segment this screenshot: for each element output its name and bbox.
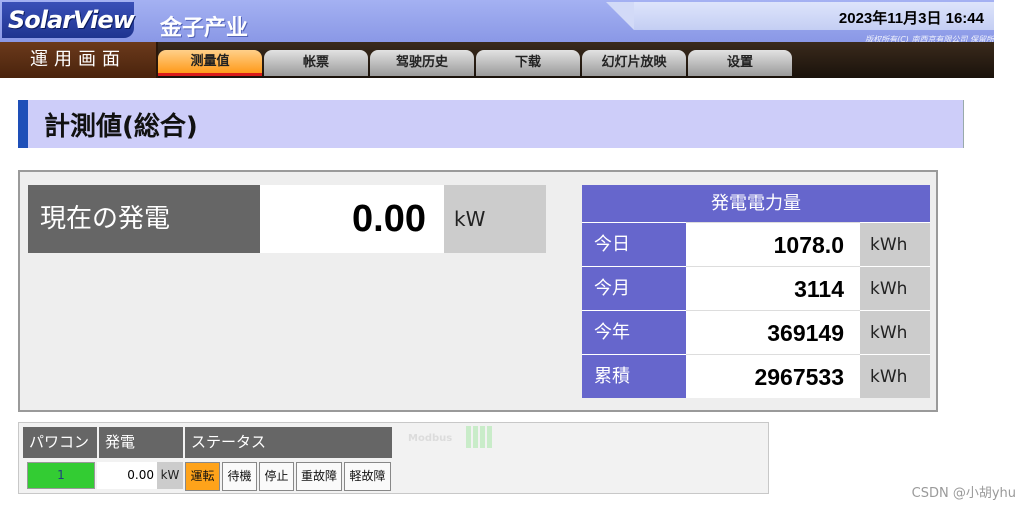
inverter-status-table: パワコン 発電 ステータス 1 0.00 kW 運転 待機 停止 重故障 軽故障… — [18, 422, 769, 494]
solarview-logo: SolarView — [2, 2, 135, 38]
modbus-signal-bar — [480, 426, 485, 448]
generation-header: 発電 — [99, 427, 183, 458]
energy-row-today: 今日 1078.0 kWh — [582, 222, 930, 266]
energy-value: 2967533 — [686, 354, 860, 398]
datetime-box: 2023年11月3日 16:44 — [634, 2, 994, 30]
measurement-panel: 現在の発電 0.00 kW 発電電力量 今日 1078.0 kWh 今月 311… — [18, 170, 938, 412]
energy-label: 今日 — [582, 222, 686, 266]
page-title: 計測値(総合) — [44, 112, 198, 142]
energy-value: 369149 — [686, 310, 860, 354]
status-major-fault: 重故障 — [296, 462, 342, 491]
energy-label: 今年 — [582, 310, 686, 354]
energy-row-month: 今月 3114 kWh — [582, 266, 930, 310]
energy-label: 今月 — [582, 266, 686, 310]
status-standby: 待機 — [222, 462, 257, 491]
energy-value: 1078.0 — [686, 222, 860, 266]
modbus-signal-bar — [473, 426, 478, 448]
inverter-id-button[interactable]: 1 — [27, 462, 95, 489]
page-title-bar: 計測値(総合) — [18, 100, 964, 148]
operation-screen-label: 運用画面 — [0, 42, 158, 78]
energy-unit: kWh — [860, 222, 930, 266]
current-generation-unit: kW — [444, 185, 546, 253]
energy-unit: kWh — [860, 310, 930, 354]
current-generation-value: 0.00 — [260, 185, 444, 253]
energy-label: 累積 — [582, 354, 686, 398]
energy-unit: kWh — [860, 266, 930, 310]
inverter-generation-unit: kW — [157, 462, 183, 489]
modbus-signal-bar — [487, 426, 492, 448]
energy-table: 発電電力量 今日 1078.0 kWh 今月 3114 kWh 今年 36914… — [582, 185, 930, 398]
status-running: 運転 — [185, 462, 220, 491]
tab-download[interactable]: 下载 — [476, 50, 580, 76]
company-name: 金子产业 — [160, 16, 249, 41]
tab-measurement[interactable]: 测量值 — [158, 50, 262, 76]
energy-value: 3114 — [686, 266, 860, 310]
tab-settings[interactable]: 设置 — [688, 50, 792, 76]
current-datetime: 2023年11月3日 16:44 — [838, 10, 984, 27]
energy-row-year: 今年 369149 kWh — [582, 310, 930, 354]
modbus-signal-bar — [466, 426, 471, 448]
status-stopped: 停止 — [259, 462, 294, 491]
tab-driving-history[interactable]: 驾驶历史 — [370, 50, 474, 76]
energy-table-header: 発電電力量 — [582, 185, 930, 222]
pcs-header: パワコン — [23, 427, 97, 458]
status-minor-fault: 軽故障 — [344, 462, 391, 491]
energy-unit: kWh — [860, 354, 930, 398]
tab-ledger[interactable]: 帐票 — [264, 50, 368, 76]
tab-slideshow[interactable]: 幻灯片放映 — [582, 50, 686, 76]
current-generation-label: 現在の発電 — [28, 185, 260, 253]
status-header: ステータス — [185, 427, 392, 458]
energy-row-total: 累積 2967533 kWh — [582, 354, 930, 398]
inverter-generation-value: 0.00 — [97, 462, 157, 489]
datebox-corner — [606, 2, 634, 30]
csdn-watermark: CSDN @小胡yhu — [911, 486, 1016, 501]
